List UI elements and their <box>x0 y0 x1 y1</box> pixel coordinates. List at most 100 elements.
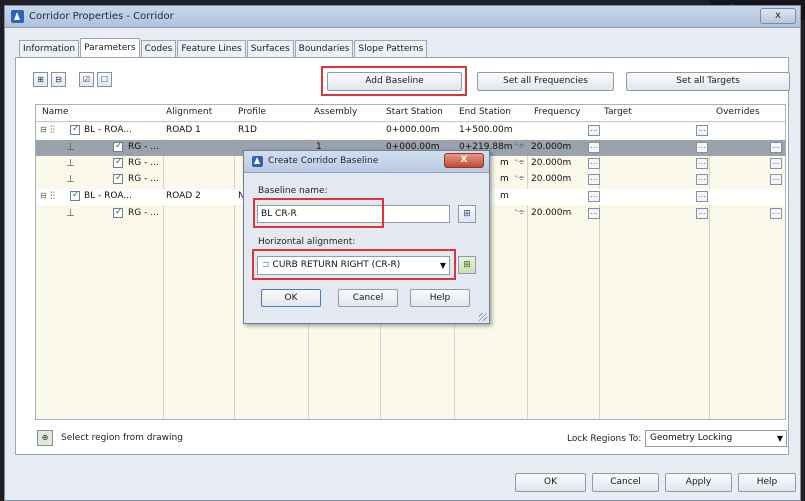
cancel-button[interactable]: Cancel <box>592 473 659 492</box>
col-header-name[interactable]: Name <box>42 107 69 117</box>
window-close-button[interactable]: x <box>760 8 796 24</box>
pick-station-icon[interactable]: ⁺⌯ <box>514 157 525 167</box>
grid-header: Name Alignment Profile Assembly Start St… <box>36 105 785 122</box>
tab-codes[interactable]: Codes <box>140 40 177 58</box>
baseline-name-input[interactable]: BL CR-R <box>257 205 450 223</box>
col-header-frequency[interactable]: Frequency <box>534 107 581 117</box>
row-frequency: 20.000m <box>531 208 572 218</box>
row-start-station: 0+000.00m <box>386 125 440 135</box>
dialog-help-button[interactable]: Help <box>410 289 470 307</box>
tab-information[interactable]: Information <box>19 40 80 58</box>
dialog-ok-button[interactable]: OK <box>261 289 321 307</box>
check-all-icon[interactable]: ☑ <box>79 72 94 87</box>
pick-station-icon[interactable]: ⁺⌯ <box>514 173 525 183</box>
select-region-label: Select region from drawing <box>61 433 183 443</box>
frequency-ellipsis-button[interactable]: … <box>588 142 600 153</box>
chevron-down-icon: ▼ <box>776 434 783 443</box>
target-ellipsis-button[interactable]: … <box>696 191 708 202</box>
tab-surfaces[interactable]: Surfaces <box>246 40 294 58</box>
region-icon: ⊥ <box>66 208 75 219</box>
dialog-title: Create Corridor Baseline <box>268 156 379 166</box>
row-name: RG - ... <box>128 208 159 218</box>
row-checkbox[interactable] <box>70 190 80 201</box>
row-name: BL - ROA... <box>84 125 132 135</box>
frequency-ellipsis-button[interactable]: … <box>588 191 600 202</box>
help-button[interactable]: Help <box>738 473 796 492</box>
collapse-tree-icon[interactable]: ⊟ <box>51 72 66 87</box>
col-header-profile[interactable]: Profile <box>238 107 266 117</box>
target-ellipsis-button[interactable]: … <box>696 125 708 136</box>
window-title: Corridor Properties - Corridor <box>29 11 174 22</box>
frequency-ellipsis-button[interactable]: … <box>588 208 600 219</box>
region-icon: ⊥ <box>66 158 75 169</box>
ok-button[interactable]: OK <box>515 473 586 492</box>
frequency-ellipsis-button[interactable]: … <box>588 174 600 185</box>
overrides-ellipsis-button[interactable]: … <box>770 142 782 153</box>
frequency-ellipsis-button[interactable]: … <box>588 158 600 169</box>
row-checkbox[interactable] <box>70 124 80 135</box>
region-icon: ⊥ <box>66 142 75 153</box>
set-all-frequencies-button[interactable]: Set all Frequencies <box>477 72 614 91</box>
apply-button[interactable]: Apply <box>665 473 732 492</box>
baseline-icon: ⫶⫶ <box>50 191 55 202</box>
dialog-titlebar: Create Corridor Baseline X <box>244 151 489 173</box>
row-name: BL - ROA... <box>84 191 132 201</box>
row-frequency: 20.000m <box>531 142 572 152</box>
target-ellipsis-button[interactable]: … <box>696 174 708 185</box>
overrides-ellipsis-button[interactable]: … <box>770 158 782 169</box>
row-alignment: ROAD 2 <box>166 191 201 201</box>
add-baseline-button[interactable]: Add Baseline <box>327 72 462 91</box>
autocad-app-icon <box>11 10 24 23</box>
tab-boundaries[interactable]: Boundaries <box>294 40 354 58</box>
row-end-station: 1+500.00m <box>459 125 513 135</box>
target-ellipsis-button[interactable]: … <box>696 142 708 153</box>
col-header-end-station[interactable]: End Station <box>459 107 511 117</box>
pick-station-icon[interactable]: ⁺⌯ <box>514 207 525 217</box>
set-all-targets-button[interactable]: Set all Targets <box>626 72 790 91</box>
col-header-target[interactable]: Target <box>604 107 632 117</box>
pick-station-icon[interactable]: ⁺⌯ <box>514 141 525 151</box>
row-end-station: m <box>500 174 509 184</box>
target-ellipsis-button[interactable]: … <box>696 208 708 219</box>
horizontal-alignment-select[interactable]: ⊐ CURB RETURN RIGHT (CR-R) ▼ <box>257 256 450 275</box>
pick-alignment-icon[interactable]: ⊞ <box>458 256 476 274</box>
resize-grip-icon[interactable] <box>479 313 487 321</box>
lock-regions-value: Geometry Locking <box>650 433 733 443</box>
chevron-down-icon: ▼ <box>439 261 446 270</box>
lock-regions-select[interactable]: Geometry Locking ▼ <box>645 430 787 447</box>
col-header-alignment[interactable]: Alignment <box>166 107 212 117</box>
tab-feature-lines[interactable]: Feature Lines <box>177 40 246 58</box>
horizontal-alignment-value: CURB RETURN RIGHT (CR-R) <box>272 260 401 270</box>
row-checkbox[interactable] <box>113 173 123 184</box>
create-corridor-baseline-dialog: Create Corridor Baseline X Baseline name… <box>243 150 490 324</box>
target-ellipsis-button[interactable]: … <box>696 158 708 169</box>
window-titlebar: Corridor Properties - Corridor x <box>5 6 800 28</box>
row-frequency: 20.000m <box>531 158 572 168</box>
frequency-ellipsis-button[interactable]: … <box>588 125 600 136</box>
row-checkbox[interactable] <box>113 207 123 218</box>
pick-name-icon[interactable]: ⊞ <box>458 205 476 223</box>
overrides-ellipsis-button[interactable]: … <box>770 174 782 185</box>
dialog-cancel-button[interactable]: Cancel <box>338 289 398 307</box>
tree-collapse-icon[interactable]: ⊟ <box>40 191 47 200</box>
row-profile: R1D <box>238 125 257 135</box>
dialog-close-button[interactable]: X <box>444 153 484 168</box>
tree-collapse-icon[interactable]: ⊟ <box>40 125 47 134</box>
row-frequency: 20.000m <box>531 174 572 184</box>
col-header-start-station[interactable]: Start Station <box>386 107 443 117</box>
col-header-assembly[interactable]: Assembly <box>314 107 357 117</box>
overrides-ellipsis-button[interactable]: … <box>770 208 782 219</box>
row-checkbox[interactable] <box>113 157 123 168</box>
row-checkbox[interactable] <box>113 141 123 152</box>
tab-slope-patterns[interactable]: Slope Patterns <box>354 40 428 58</box>
row-name: RG - ... <box>128 174 159 184</box>
tab-parameters[interactable]: Parameters <box>80 38 140 58</box>
baseline-icon: ⫶⫶ <box>50 125 55 136</box>
autocad-app-icon <box>252 156 263 167</box>
select-region-icon[interactable]: ⊕ <box>37 430 53 446</box>
col-header-overrides[interactable]: Overrides <box>716 107 760 117</box>
expand-tree-icon[interactable]: ⊞ <box>33 72 48 87</box>
table-row[interactable]: ⊟ ⫶⫶ BL - ROA... ROAD 1 R1D 0+000.00m 1+… <box>36 123 785 139</box>
uncheck-all-icon[interactable]: ☐ <box>97 72 112 87</box>
row-alignment: ROAD 1 <box>166 125 201 135</box>
